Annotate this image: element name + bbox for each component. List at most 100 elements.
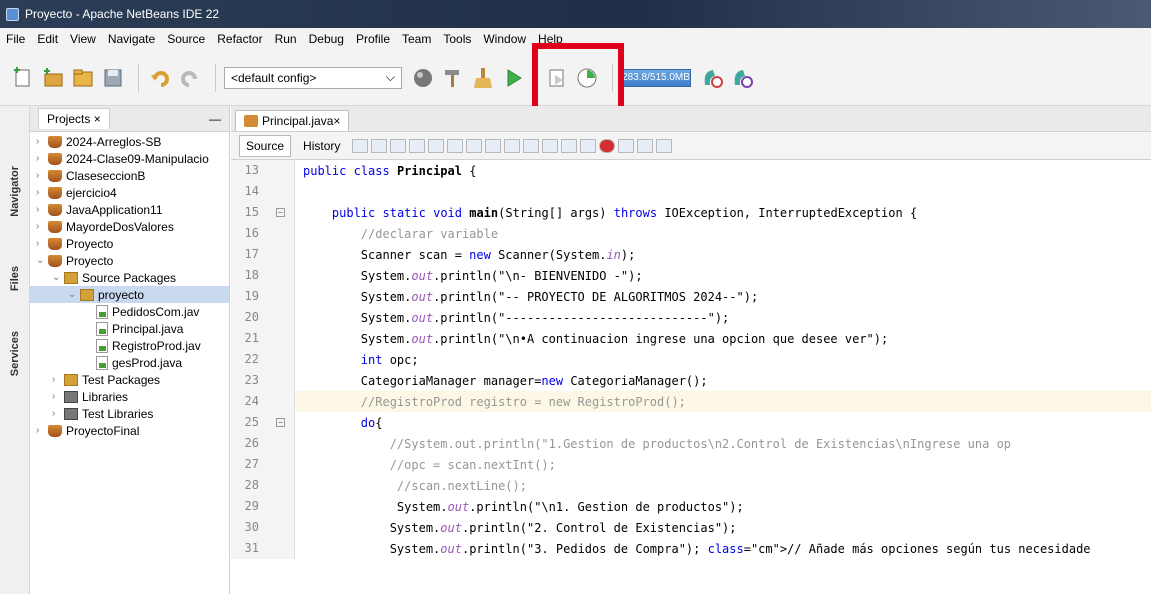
close-icon[interactable]: ×	[94, 112, 101, 126]
new-project-button[interactable]	[40, 65, 66, 91]
chevron-right-icon[interactable]: ›	[36, 187, 48, 198]
code-line[interactable]: 25− do{	[231, 412, 1151, 433]
chevron-right-icon[interactable]: ›	[52, 391, 64, 402]
history-button[interactable]: History	[297, 136, 346, 156]
menu-debug[interactable]: Debug	[309, 32, 344, 46]
toggle-highlight-icon[interactable]	[466, 138, 483, 153]
tree-item[interactable]: Principal.java	[30, 320, 229, 337]
menu-run[interactable]: Run	[275, 32, 297, 46]
code-line[interactable]: 29 System.out.println("\n1. Gestion de p…	[231, 496, 1151, 517]
find-next-icon[interactable]	[447, 138, 464, 153]
menu-tools[interactable]: Tools	[443, 32, 471, 46]
menu-profile[interactable]: Profile	[356, 32, 390, 46]
files-tab[interactable]: Files	[4, 266, 26, 291]
tree-item[interactable]: PedidosCom.jav	[30, 303, 229, 320]
shift-right-icon[interactable]	[580, 138, 597, 153]
back-icon[interactable]	[371, 138, 388, 153]
configuration-select[interactable]: <default config> ⌵	[224, 66, 402, 89]
code-line[interactable]: 13 public class Principal {	[231, 160, 1151, 181]
editor-tab-principal[interactable]: Principal.java ×	[235, 110, 350, 131]
chevron-right-icon[interactable]: ›	[36, 221, 48, 232]
shift-left-icon[interactable]	[561, 138, 578, 153]
tree-item[interactable]: › Libraries	[30, 388, 229, 405]
tree-item[interactable]: RegistroProd.jav	[30, 337, 229, 354]
chevron-right-icon[interactable]: ›	[52, 408, 64, 419]
code-line[interactable]: 20 System.out.println("-----------------…	[231, 307, 1151, 328]
next-bookmark-icon[interactable]	[523, 138, 540, 153]
chevron-right-icon[interactable]: ⌄	[52, 272, 64, 283]
profiler-snapshot-button[interactable]	[729, 65, 755, 91]
toggle-rect-selection-icon[interactable]	[485, 138, 502, 153]
tree-item[interactable]: gesProd.java	[30, 354, 229, 371]
source-button[interactable]: Source	[239, 134, 292, 157]
code-line[interactable]: 27 //opc = scan.nextInt();	[231, 454, 1151, 475]
menu-edit[interactable]: Edit	[37, 32, 58, 46]
new-file-button[interactable]	[10, 65, 36, 91]
chevron-right-icon[interactable]: ⌄	[68, 289, 80, 300]
services-tab[interactable]: Services	[4, 331, 26, 376]
menu-source[interactable]: Source	[167, 32, 205, 46]
navigator-tab[interactable]: Navigator	[4, 166, 26, 217]
menu-window[interactable]: Window	[483, 32, 526, 46]
chevron-right-icon[interactable]: ›	[52, 374, 64, 385]
chevron-right-icon[interactable]: ›	[36, 425, 48, 436]
tree-item[interactable]: › ClaseseccionB	[30, 167, 229, 184]
chevron-right-icon[interactable]: ⌄	[36, 255, 48, 266]
toggle-bookmark-icon[interactable]	[542, 138, 559, 153]
code-line[interactable]: 22 int opc;	[231, 349, 1151, 370]
code-line[interactable]: 19 System.out.println("-- PROYECTO DE AL…	[231, 286, 1151, 307]
menu-view[interactable]: View	[70, 32, 96, 46]
fold-toggle-icon[interactable]: −	[276, 418, 285, 427]
tree-item[interactable]: › MayordeDosValores	[30, 218, 229, 235]
open-project-button[interactable]	[70, 65, 96, 91]
tree-item[interactable]: › 2024-Clase09-Manipulacio	[30, 150, 229, 167]
memory-indicator[interactable]: 283.8/515.0MB	[621, 68, 691, 87]
code-line[interactable]: 28 //scan.nextLine();	[231, 475, 1151, 496]
code-line[interactable]: 31 System.out.println("3. Pedidos de Com…	[231, 538, 1151, 559]
tree-item[interactable]: › 2024-Arreglos-SB	[30, 133, 229, 150]
tree-item[interactable]: › ejercicio4	[30, 184, 229, 201]
start-macro-icon[interactable]	[599, 138, 616, 153]
code-area[interactable]: 13 public class Principal {14 15− public s…	[231, 160, 1151, 594]
find-icon[interactable]	[409, 138, 426, 153]
minimize-icon[interactable]: —	[209, 112, 221, 126]
last-edit-icon[interactable]	[352, 138, 369, 153]
tree-item[interactable]: › Proyecto	[30, 235, 229, 252]
menu-navigate[interactable]: Navigate	[108, 32, 155, 46]
build-button[interactable]	[470, 65, 496, 91]
code-line[interactable]: 23 CategoriaManager manager=new Categori…	[231, 370, 1151, 391]
code-line[interactable]: 15− public static void main(String[] arg…	[231, 202, 1151, 223]
uncomment-icon[interactable]	[656, 138, 673, 153]
tree-item[interactable]: › ProyectoFinal	[30, 422, 229, 439]
code-line[interactable]: 14	[231, 181, 1151, 202]
code-line[interactable]: 17 Scanner scan = new Scanner(System.in)…	[231, 244, 1151, 265]
find-previous-icon[interactable]	[428, 138, 445, 153]
chevron-right-icon[interactable]: ›	[36, 153, 48, 164]
code-line[interactable]: 16 //declarar variable	[231, 223, 1151, 244]
tree-item[interactable]: › Test Packages	[30, 371, 229, 388]
tree-item[interactable]: ⌄ proyecto	[30, 286, 229, 303]
chevron-right-icon[interactable]: ›	[36, 170, 48, 181]
clean-build-button[interactable]	[440, 65, 466, 91]
projects-tab[interactable]: Projects ×	[38, 108, 110, 129]
code-line[interactable]: 21 System.out.println("\n•A continuacion…	[231, 328, 1151, 349]
tree-item[interactable]: ⌄ Source Packages	[30, 269, 229, 286]
code-line[interactable]: 30 System.out.println("2. Control de Exi…	[231, 517, 1151, 538]
code-line[interactable]: 18 System.out.println("\n- BIENVENIDO -"…	[231, 265, 1151, 286]
comment-icon[interactable]	[637, 138, 654, 153]
code-line[interactable]: 26 //System.out.println("1.Gestion de pr…	[231, 433, 1151, 454]
tree-item[interactable]: › Test Libraries	[30, 405, 229, 422]
chevron-right-icon[interactable]: ›	[36, 204, 48, 215]
code-line[interactable]: 24 //RegistroProd registro = new Registr…	[231, 391, 1151, 412]
gc-button[interactable]	[699, 65, 725, 91]
tree-item[interactable]: ⌄ Proyecto	[30, 252, 229, 269]
chevron-right-icon[interactable]: ›	[36, 238, 48, 249]
forward-icon[interactable]	[390, 138, 407, 153]
stop-macro-icon[interactable]	[618, 138, 635, 153]
save-all-button[interactable]	[100, 65, 126, 91]
menu-file[interactable]: File	[6, 32, 25, 46]
undo-button[interactable]	[147, 65, 173, 91]
menu-refactor[interactable]: Refactor	[217, 32, 262, 46]
close-icon[interactable]: ×	[333, 114, 340, 128]
prev-bookmark-icon[interactable]	[504, 138, 521, 153]
